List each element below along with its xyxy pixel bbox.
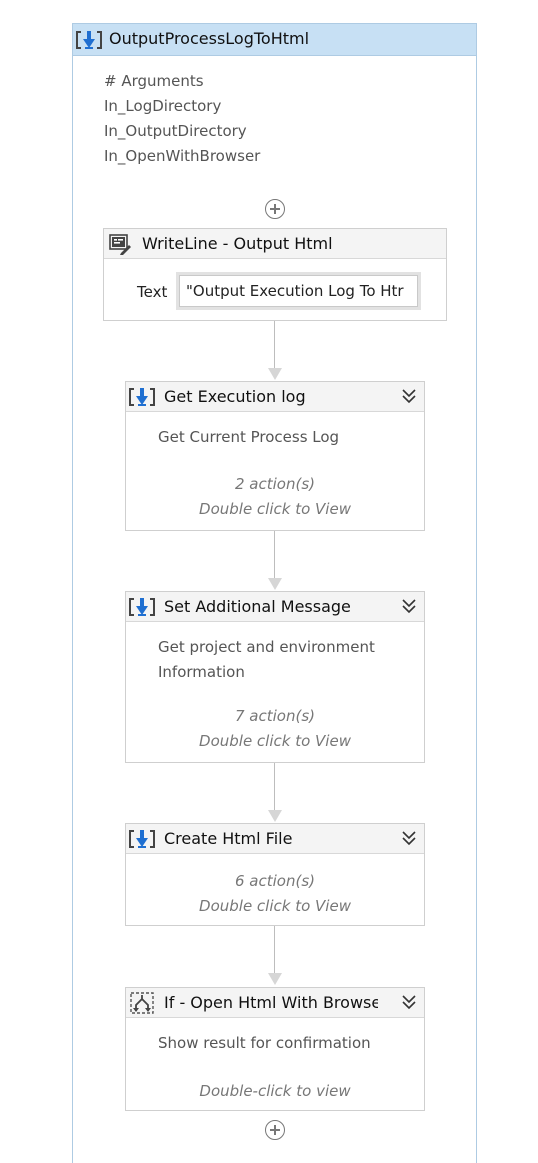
connector-line xyxy=(274,531,275,579)
connector-line xyxy=(274,321,275,369)
connector-arrow-icon xyxy=(268,810,282,822)
argument-item[interactable]: In_OpenWithBrowser xyxy=(104,144,260,169)
text-field-frame xyxy=(176,272,421,310)
writeline-icon xyxy=(109,234,131,255)
collapse-chevron-icon[interactable] xyxy=(400,597,418,615)
add-activity-icon[interactable] xyxy=(265,199,285,219)
double-click-hint: Double click to View xyxy=(199,500,351,518)
sequence-activity[interactable]: Set Additional Message Get project and e… xyxy=(125,591,425,763)
collapse-chevron-icon[interactable] xyxy=(400,993,418,1011)
arguments-header: # Arguments xyxy=(104,72,204,90)
connector-arrow-icon xyxy=(268,578,282,590)
connector-line xyxy=(274,926,275,974)
activity-description: Get Current Process Log xyxy=(158,428,340,446)
action-count: 2 action(s) xyxy=(234,475,315,493)
text-field[interactable] xyxy=(179,275,418,307)
activity-description: Show result for confirmation xyxy=(158,1034,371,1052)
argument-item[interactable]: In_LogDirectory xyxy=(104,94,260,119)
activity-title: Set Additional Message xyxy=(164,597,351,616)
activity-title: Create Html File xyxy=(164,829,293,848)
add-activity-icon[interactable] xyxy=(265,1120,285,1140)
activity-description: Get project and environment Information xyxy=(158,635,375,685)
activity-header[interactable]: Create Html File xyxy=(126,824,424,854)
sequence-icon xyxy=(76,29,102,51)
sequence-title: OutputProcessLogToHtml xyxy=(109,29,310,48)
description-line: Get project and environment xyxy=(158,638,375,656)
connector-arrow-icon xyxy=(268,368,282,380)
activity-title: If - Open Html With Browser xyxy=(164,993,378,1012)
double-click-hint: Double click to View xyxy=(199,897,351,915)
activity-header[interactable]: If - Open Html With Browser xyxy=(126,988,424,1018)
activity-header[interactable]: Set Additional Message xyxy=(126,592,424,622)
sequence-icon xyxy=(129,596,155,618)
activity-title: Get Execution log xyxy=(164,387,306,406)
writeline-activity[interactable]: WriteLine - Output Html Text xyxy=(103,228,447,321)
if-activity[interactable]: If - Open Html With Browser Show result … xyxy=(125,987,425,1111)
sequence-activity[interactable]: Create Html File 6 action(s) Double clic… xyxy=(125,823,425,926)
description-line: Information xyxy=(158,663,245,681)
text-label: Text xyxy=(137,283,168,301)
action-count: 7 action(s) xyxy=(234,707,315,725)
collapse-chevron-icon[interactable] xyxy=(400,829,418,847)
double-click-hint: Double-click to view xyxy=(199,1082,351,1100)
double-click-hint: Double click to View xyxy=(199,732,351,750)
action-count: 6 action(s) xyxy=(234,872,315,890)
sequence-activity[interactable]: Get Execution log Get Current Process Lo… xyxy=(125,381,425,531)
argument-item[interactable]: In_OutputDirectory xyxy=(104,119,260,144)
writeline-title: WriteLine - Output Html xyxy=(142,234,333,253)
activity-header[interactable]: Get Execution log xyxy=(126,382,424,412)
if-branch-icon xyxy=(130,992,154,1014)
collapse-chevron-icon[interactable] xyxy=(400,387,418,405)
connector-line xyxy=(274,763,275,811)
sequence-header[interactable]: OutputProcessLogToHtml xyxy=(73,24,476,56)
connector-arrow-icon xyxy=(268,973,282,985)
arguments-list: # Arguments In_LogDirectory In_OutputDir… xyxy=(104,69,260,169)
writeline-header[interactable]: WriteLine - Output Html xyxy=(104,229,446,259)
sequence-icon xyxy=(129,828,155,850)
sequence-icon xyxy=(129,386,155,408)
